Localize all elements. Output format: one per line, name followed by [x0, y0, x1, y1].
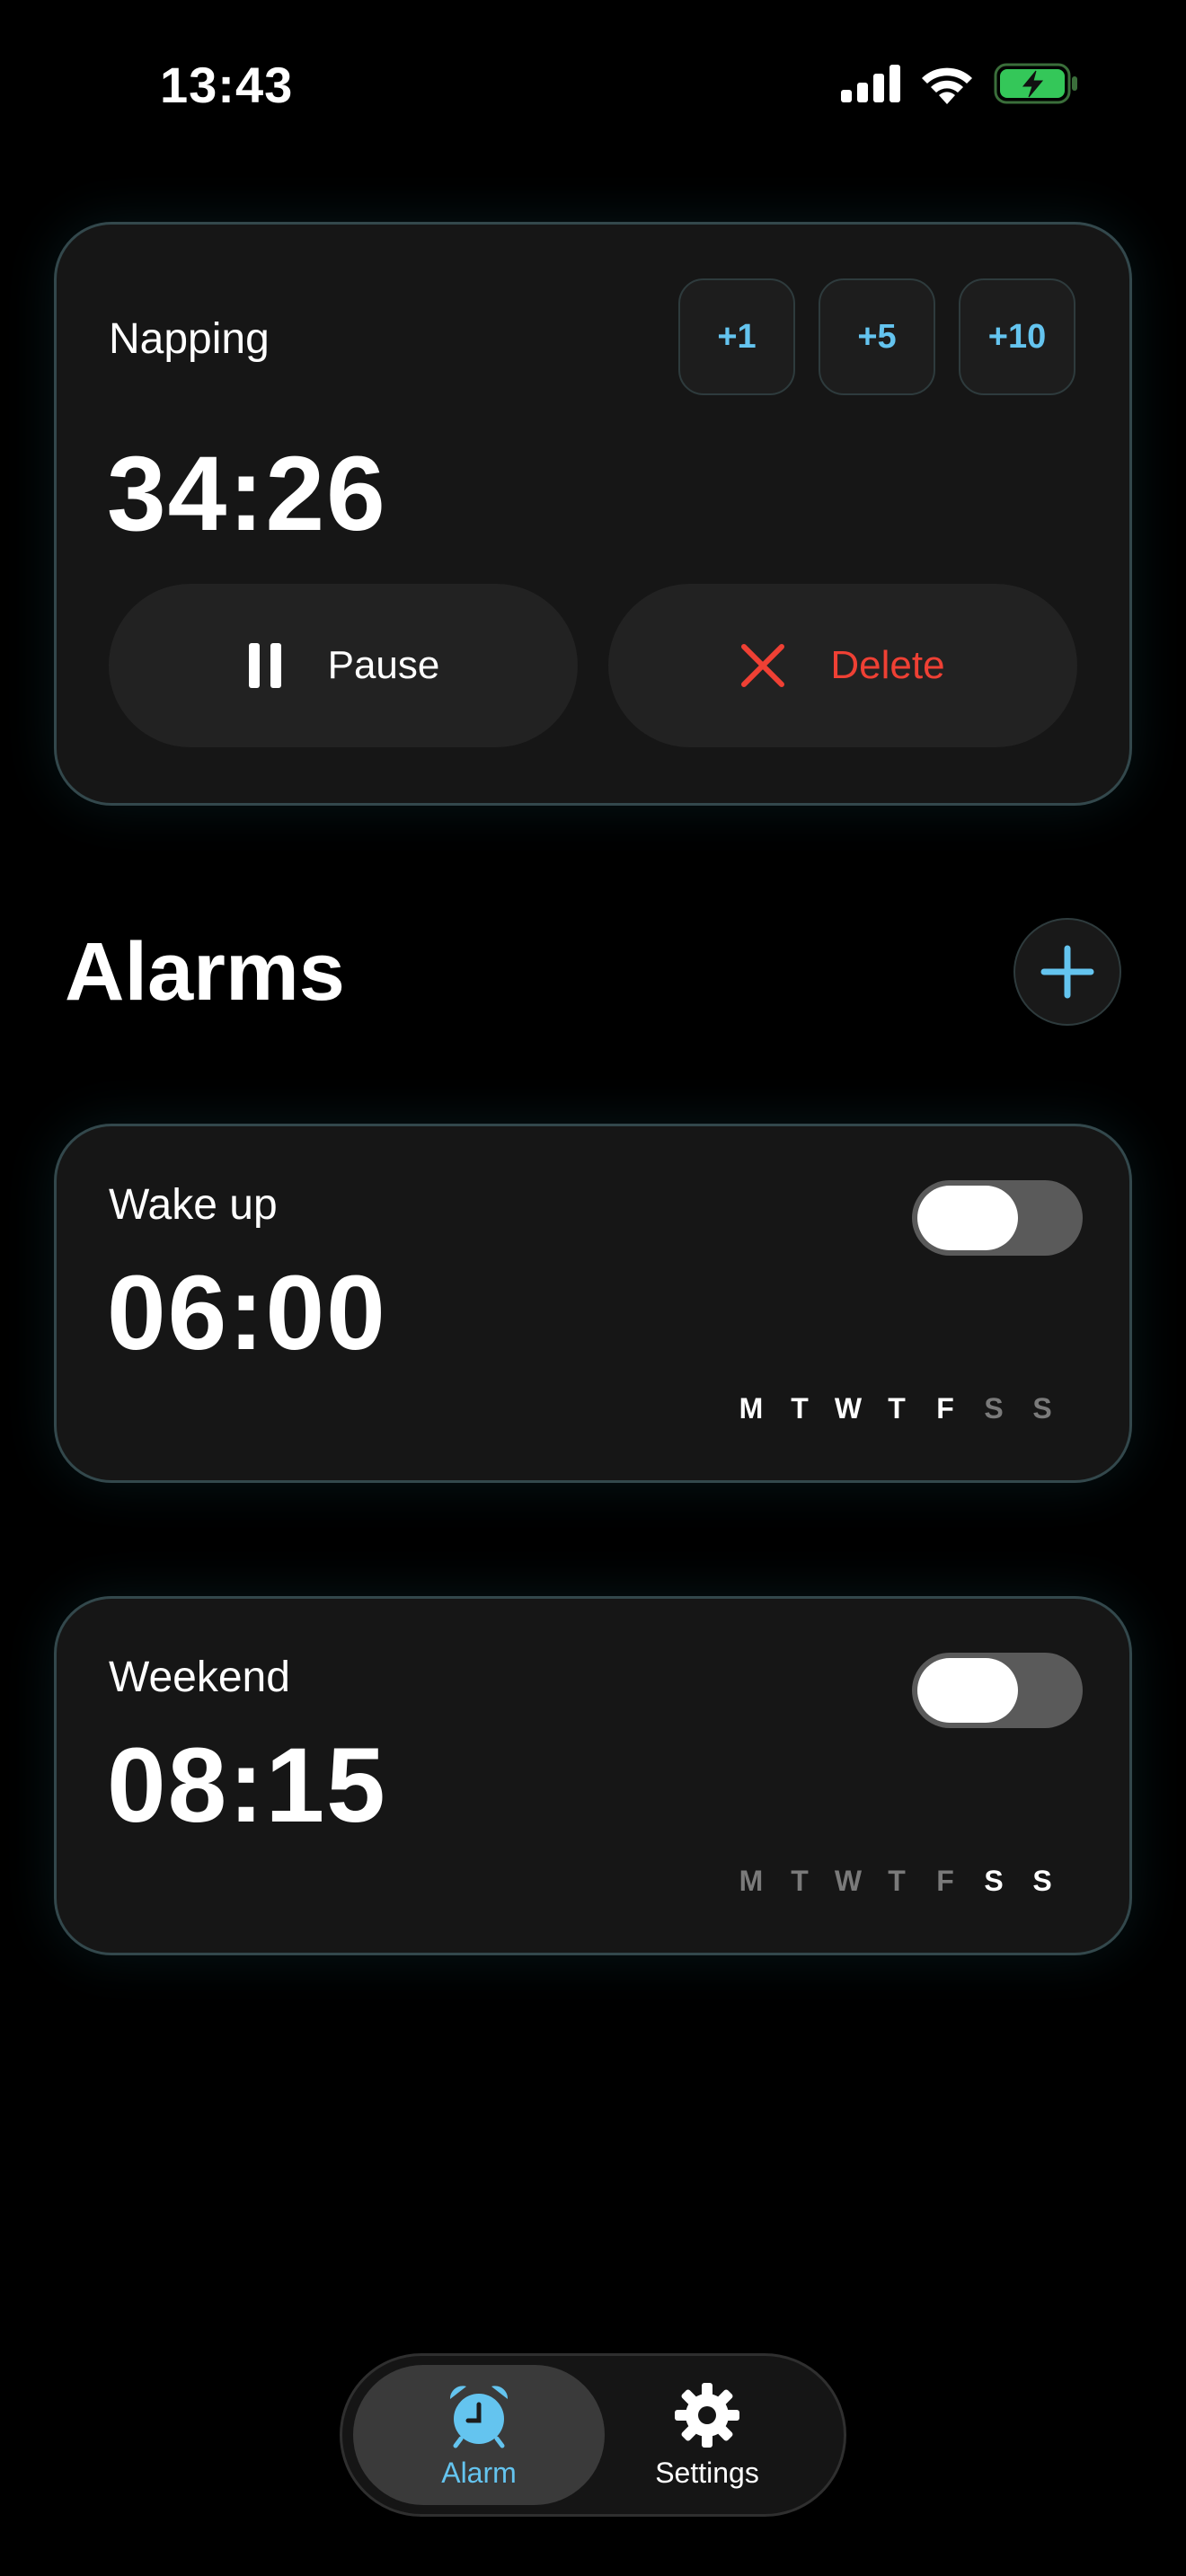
add-10-minutes-button[interactable]: +10 [959, 278, 1075, 395]
status-time: 13:43 [160, 57, 294, 113]
day-saturday: S [984, 1865, 1004, 1897]
alarm-time: 06:00 [107, 1254, 387, 1372]
alarm-toggle[interactable] [912, 1180, 1083, 1256]
pause-icon [248, 643, 281, 688]
tab-settings[interactable]: Settings [581, 2365, 833, 2505]
status-icons [841, 63, 1078, 104]
alarm-label: Wake up [109, 1181, 278, 1229]
alarm-card[interactable]: Wake up 06:00 M T W T F S S [54, 1124, 1132, 1483]
day-monday: M [739, 1392, 764, 1425]
day-thursday: T [888, 1392, 906, 1425]
day-sunday: S [1032, 1865, 1052, 1897]
alarm-toggle[interactable] [912, 1653, 1083, 1728]
close-icon [741, 644, 785, 687]
toggle-knob [917, 1658, 1018, 1723]
alarm-card[interactable]: Weekend 08:15 M T W T F S S [54, 1596, 1132, 1955]
signal-icon [841, 65, 900, 102]
alarms-title: Alarms [65, 926, 345, 1018]
delete-label: Delete [830, 643, 945, 687]
tab-alarm[interactable]: Alarm [353, 2365, 605, 2505]
add-5-minutes-button[interactable]: +5 [819, 278, 935, 395]
alarm-clock-icon [449, 2385, 509, 2448]
day-thursday: T [888, 1865, 906, 1897]
day-tuesday: T [791, 1865, 809, 1897]
alarm-days: M T W T F S S [727, 1865, 1067, 1898]
add-alarm-button[interactable] [1013, 918, 1121, 1026]
nap-title: Napping [109, 315, 270, 363]
nap-countdown: 34:26 [107, 435, 387, 553]
tab-alarm-label: Alarm [441, 2456, 517, 2489]
add-1-minute-button[interactable]: +1 [678, 278, 795, 395]
day-saturday: S [984, 1392, 1004, 1425]
day-sunday: S [1032, 1392, 1052, 1425]
pause-label: Pause [327, 643, 440, 687]
gear-icon [675, 2382, 739, 2448]
alarm-time: 08:15 [107, 1726, 387, 1845]
wifi-icon [922, 67, 972, 104]
tab-bar: Alarm Settings [340, 2353, 846, 2517]
battery-charging-icon [994, 63, 1077, 104]
day-tuesday: T [791, 1392, 809, 1425]
alarm-label: Weekend [109, 1654, 290, 1701]
plus-icon [1040, 945, 1094, 999]
tab-settings-label: Settings [655, 2456, 759, 2489]
toggle-knob [917, 1186, 1018, 1250]
day-wednesday: W [834, 1392, 863, 1425]
nap-card: Napping 34:26 +1 +5 +10 Pause Delete [54, 222, 1132, 806]
day-friday: F [936, 1865, 954, 1897]
day-friday: F [936, 1392, 954, 1425]
pause-button[interactable]: Pause [109, 584, 578, 747]
day-wednesday: W [834, 1865, 863, 1897]
day-monday: M [739, 1865, 764, 1897]
delete-button[interactable]: Delete [608, 584, 1077, 747]
alarm-days: M T W T F S S [727, 1392, 1067, 1425]
